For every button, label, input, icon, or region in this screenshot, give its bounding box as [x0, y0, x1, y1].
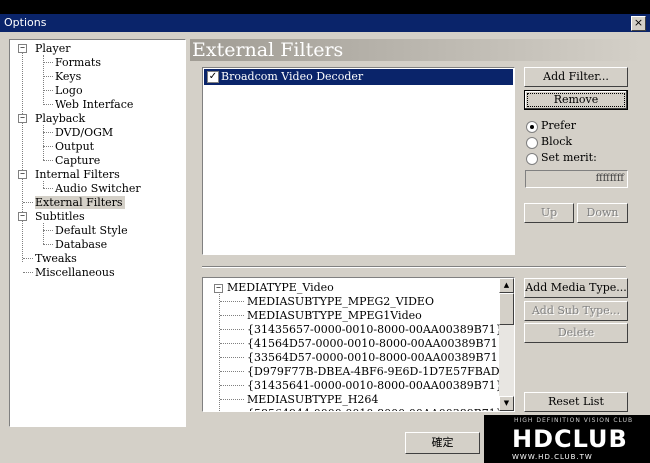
watermark-logo-text: HDCLUB [512, 425, 628, 453]
collapse-internal-filters-icon[interactable]: − [18, 170, 27, 179]
tree-connector [220, 357, 244, 358]
watermark-url: WWW.HD.CLUB.TW [512, 453, 593, 461]
tree-connector [220, 385, 244, 386]
tree-connector [43, 160, 53, 161]
tree-connector [220, 343, 244, 344]
page-title: External Filters [192, 39, 344, 61]
filter-list[interactable]: ✓ Broadcom Video Decoder [202, 67, 515, 255]
tree-connector [43, 181, 44, 188]
tree-item-web-interface[interactable]: Web Interface [55, 98, 133, 111]
tree-connector [43, 188, 53, 189]
media-subtype-item[interactable]: {33564D57-0000-0010-8000-00AA00389B71} [247, 351, 505, 364]
tree-connector [43, 62, 53, 63]
tree-item-external-filters[interactable]: External Filters [35, 196, 125, 209]
filter-row[interactable]: ✓ Broadcom Video Decoder [204, 69, 513, 85]
close-button[interactable]: × [631, 16, 646, 31]
tree-item-tweaks[interactable]: Tweaks [35, 252, 77, 265]
vertical-scrollbar[interactable]: ▲ ▼ [499, 278, 514, 411]
tree-connector [43, 76, 53, 77]
filter-enabled-checkbox[interactable]: ✓ [207, 71, 219, 83]
tree-connector [43, 223, 44, 244]
scroll-down-icon[interactable]: ▼ [499, 396, 514, 411]
media-subtype-item[interactable]: {58564944-0000-0010-8000-00AA00389B71} [247, 407, 503, 411]
merit-input[interactable]: ffffffff [525, 170, 628, 188]
ok-button[interactable]: 確定 [405, 432, 480, 454]
collapse-playback-icon[interactable]: − [18, 114, 27, 123]
tree-connector [43, 244, 53, 245]
media-type-tree[interactable]: − MEDIATYPE_Video MEDIASUBTYPE_MPEG2_VID… [202, 277, 515, 412]
options-window: Options × − Player Formats Keys Logo Web… [0, 0, 650, 463]
tree-item-miscellaneous[interactable]: Miscellaneous [35, 266, 115, 279]
prefer-radio[interactable] [526, 121, 538, 133]
window-title: Options [4, 16, 47, 29]
scroll-thumb[interactable] [499, 293, 514, 325]
tree-connector [43, 230, 53, 231]
divider [202, 266, 626, 268]
reset-list-button[interactable]: Reset List [524, 392, 628, 412]
media-type-root[interactable]: MEDIATYPE_Video [227, 281, 334, 294]
scroll-up-icon[interactable]: ▲ [499, 278, 514, 293]
tree-item-logo[interactable]: Logo [55, 84, 83, 97]
tree-connector [220, 399, 244, 400]
tree-connector [220, 315, 244, 316]
set-merit-radio[interactable] [526, 153, 538, 165]
tree-item-audio-switcher[interactable]: Audio Switcher [55, 182, 141, 195]
collapse-player-icon[interactable]: − [18, 44, 27, 53]
remove-button[interactable]: Remove [524, 90, 628, 110]
tree-item-playback[interactable]: Playback [35, 112, 85, 125]
delete-button[interactable]: Delete [524, 323, 628, 343]
tree-connector [23, 272, 33, 273]
filter-name: Broadcom Video Decoder [221, 70, 364, 83]
add-filter-button[interactable]: Add Filter... [524, 67, 628, 87]
prefer-label: Prefer [541, 119, 577, 132]
tree-connector [43, 146, 53, 147]
tree-item-internal-filters[interactable]: Internal Filters [35, 168, 120, 181]
tree-connector [43, 125, 44, 160]
tree-item-dvd-ogm[interactable]: DVD/OGM [55, 126, 113, 139]
tree-connector [220, 301, 244, 302]
add-sub-type-button[interactable]: Add Sub Type... [524, 301, 628, 321]
down-button[interactable]: Down [577, 203, 628, 223]
merit-value: ffffffff [595, 173, 624, 184]
media-subtype-item[interactable]: {D979F77B-DBEA-4BF6-9E6D-1D7E57FBAD53} [247, 365, 514, 378]
tree-connector [23, 202, 33, 203]
tree-connector [23, 258, 33, 259]
watermark-logo: HIGH DEFINITION VISION CLUB HDCLUB WWW.H… [484, 415, 650, 463]
tree-item-default-style[interactable]: Default Style [55, 224, 128, 237]
tree-connector [220, 371, 244, 372]
tree-item-capture[interactable]: Capture [55, 154, 100, 167]
add-media-type-button[interactable]: Add Media Type... [524, 278, 628, 298]
radio-selected-dot [530, 125, 534, 129]
tree-item-keys[interactable]: Keys [55, 70, 81, 83]
tree-item-output[interactable]: Output [55, 140, 94, 153]
set-merit-label: Set merit: [541, 151, 597, 164]
collapse-subtitles-icon[interactable]: − [18, 212, 27, 221]
tree-connector [220, 329, 244, 330]
media-subtype-item[interactable]: MEDIASUBTYPE_MPEG2_VIDEO [247, 295, 434, 308]
tree-item-player[interactable]: Player [35, 42, 70, 55]
page-title-banner: External Filters [190, 39, 642, 61]
media-subtype-item[interactable]: {31435657-0000-0010-8000-00AA00389B71} [247, 323, 503, 336]
tree-item-formats[interactable]: Formats [55, 56, 101, 69]
tree-connector [43, 132, 53, 133]
block-radio[interactable] [526, 137, 538, 149]
block-label: Block [541, 135, 573, 148]
media-subtype-item[interactable]: MEDIASUBTYPE_H264 [247, 393, 378, 406]
tree-connector [43, 90, 53, 91]
collapse-mediatype-icon[interactable]: − [214, 284, 223, 293]
tree-connector [22, 53, 23, 262]
tree-item-subtitles[interactable]: Subtitles [35, 210, 85, 223]
tree-connector [43, 104, 53, 105]
tree-connector [219, 292, 220, 411]
watermark-tagline: HIGH DEFINITION VISION CLUB [514, 417, 634, 424]
media-subtype-item[interactable]: {31435641-0000-0010-8000-00AA00389B71} [247, 379, 503, 392]
media-subtype-item[interactable]: MEDIASUBTYPE_MPEG1Video [247, 309, 422, 322]
tree-item-database[interactable]: Database [55, 238, 107, 251]
options-tree[interactable]: − Player Formats Keys Logo Web Interface… [9, 39, 186, 427]
title-bar[interactable]: Options × [0, 14, 650, 32]
up-button[interactable]: Up [524, 203, 574, 223]
media-subtype-item[interactable]: {41564D57-0000-0010-8000-00AA00389B71} [247, 337, 505, 350]
screen-edge [0, 0, 650, 14]
